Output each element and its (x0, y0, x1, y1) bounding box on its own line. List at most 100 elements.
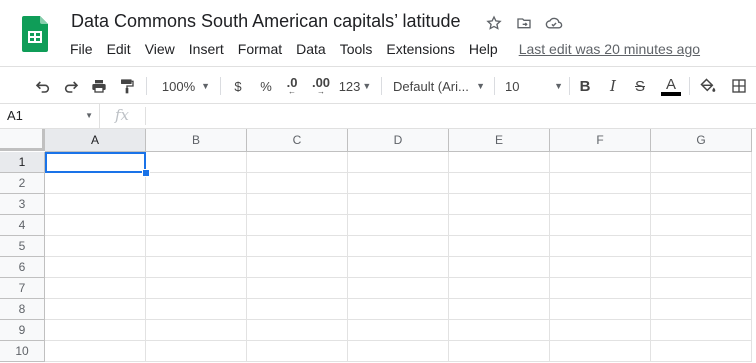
cell-f1[interactable] (550, 152, 651, 173)
row-header-9[interactable]: 9 (0, 320, 45, 341)
cell-g1[interactable] (651, 152, 752, 173)
cell-g6[interactable] (651, 257, 752, 278)
cell-f2[interactable] (550, 173, 651, 194)
currency-button[interactable]: $ (230, 76, 246, 96)
cell-a10[interactable] (45, 341, 146, 362)
column-header-g[interactable]: G (651, 129, 752, 152)
cell-b8[interactable] (146, 299, 247, 320)
cell-d1[interactable] (348, 152, 449, 173)
cell-b6[interactable] (146, 257, 247, 278)
paint-format-icon[interactable] (117, 76, 137, 96)
zoom-select[interactable]: 100% ▼ (158, 76, 214, 96)
cell-a6[interactable] (45, 257, 146, 278)
cell-f5[interactable] (550, 236, 651, 257)
cell-a8[interactable] (45, 299, 146, 320)
strikethrough-button[interactable]: S (632, 76, 648, 96)
undo-icon[interactable] (33, 76, 53, 96)
font-select[interactable]: Default (Ari... ▼ (393, 76, 485, 96)
cell-f4[interactable] (550, 215, 651, 236)
cell-c5[interactable] (247, 236, 348, 257)
cell-a9[interactable] (45, 320, 146, 341)
cell-g9[interactable] (651, 320, 752, 341)
menu-view[interactable]: View (138, 41, 182, 57)
spreadsheet-grid[interactable]: A B C D E F G 1 2 3 4 5 6 7 8 9 10 (0, 129, 756, 363)
cell-f8[interactable] (550, 299, 651, 320)
cell-g7[interactable] (651, 278, 752, 299)
cell-f7[interactable] (550, 278, 651, 299)
column-header-a[interactable]: A (45, 129, 146, 152)
cell-b1[interactable] (146, 152, 247, 173)
column-header-c[interactable]: C (247, 129, 348, 152)
menu-tools[interactable]: Tools (333, 41, 380, 57)
cell-d7[interactable] (348, 278, 449, 299)
cell-e4[interactable] (449, 215, 550, 236)
cell-b5[interactable] (146, 236, 247, 257)
row-header-4[interactable]: 4 (0, 215, 45, 236)
move-folder-icon[interactable] (514, 13, 534, 33)
cell-f6[interactable] (550, 257, 651, 278)
cell-d5[interactable] (348, 236, 449, 257)
menu-format[interactable]: Format (231, 41, 289, 57)
cell-d2[interactable] (348, 173, 449, 194)
cell-f10[interactable] (550, 341, 651, 362)
menu-edit[interactable]: Edit (100, 41, 138, 57)
cell-b4[interactable] (146, 215, 247, 236)
number-format-select[interactable]: 123 ▼ (338, 76, 372, 96)
menu-file[interactable]: File (63, 41, 100, 57)
cell-a7[interactable] (45, 278, 146, 299)
menu-help[interactable]: Help (462, 41, 505, 57)
row-header-2[interactable]: 2 (0, 173, 45, 194)
redo-icon[interactable] (61, 76, 81, 96)
fill-color-icon[interactable] (698, 76, 718, 96)
fill-handle[interactable] (142, 169, 150, 177)
increase-decimal-button[interactable]: .00 → (310, 76, 332, 96)
cell-c8[interactable] (247, 299, 348, 320)
name-box[interactable]: A1 ▼ (0, 104, 100, 128)
cell-b2[interactable] (146, 173, 247, 194)
percent-button[interactable]: % (258, 76, 274, 96)
cell-a3[interactable] (45, 194, 146, 215)
cell-g2[interactable] (651, 173, 752, 194)
cell-d10[interactable] (348, 341, 449, 362)
cell-g5[interactable] (651, 236, 752, 257)
row-header-8[interactable]: 8 (0, 299, 45, 320)
print-icon[interactable] (89, 76, 109, 96)
cell-c3[interactable] (247, 194, 348, 215)
cell-b9[interactable] (146, 320, 247, 341)
cell-e2[interactable] (449, 173, 550, 194)
text-color-button[interactable]: A (660, 76, 682, 96)
cell-c1[interactable] (247, 152, 348, 173)
cell-e8[interactable] (449, 299, 550, 320)
cell-b3[interactable] (146, 194, 247, 215)
sheets-logo-icon[interactable] (22, 16, 48, 52)
select-all-corner[interactable] (0, 129, 45, 151)
cell-e6[interactable] (449, 257, 550, 278)
row-header-7[interactable]: 7 (0, 278, 45, 299)
column-header-d[interactable]: D (348, 129, 449, 152)
cell-c2[interactable] (247, 173, 348, 194)
cell-d8[interactable] (348, 299, 449, 320)
row-header-10[interactable]: 10 (0, 341, 45, 362)
cell-a2[interactable] (45, 173, 146, 194)
cell-d6[interactable] (348, 257, 449, 278)
cell-c4[interactable] (247, 215, 348, 236)
cell-g3[interactable] (651, 194, 752, 215)
menu-insert[interactable]: Insert (182, 41, 231, 57)
cell-g10[interactable] (651, 341, 752, 362)
cell-e1[interactable] (449, 152, 550, 173)
bold-button[interactable]: B (577, 76, 593, 96)
cell-c7[interactable] (247, 278, 348, 299)
decrease-decimal-button[interactable]: .0 ← (283, 76, 301, 96)
cell-c9[interactable] (247, 320, 348, 341)
cell-g4[interactable] (651, 215, 752, 236)
cell-e5[interactable] (449, 236, 550, 257)
cell-b7[interactable] (146, 278, 247, 299)
cell-d4[interactable] (348, 215, 449, 236)
cell-e9[interactable] (449, 320, 550, 341)
font-size-select[interactable]: 10 ▼ (505, 76, 563, 96)
active-cell-selection[interactable] (45, 152, 146, 173)
star-icon[interactable] (484, 13, 504, 33)
last-edit-link[interactable]: Last edit was 20 minutes ago (519, 41, 700, 57)
cell-e7[interactable] (449, 278, 550, 299)
cell-f9[interactable] (550, 320, 651, 341)
